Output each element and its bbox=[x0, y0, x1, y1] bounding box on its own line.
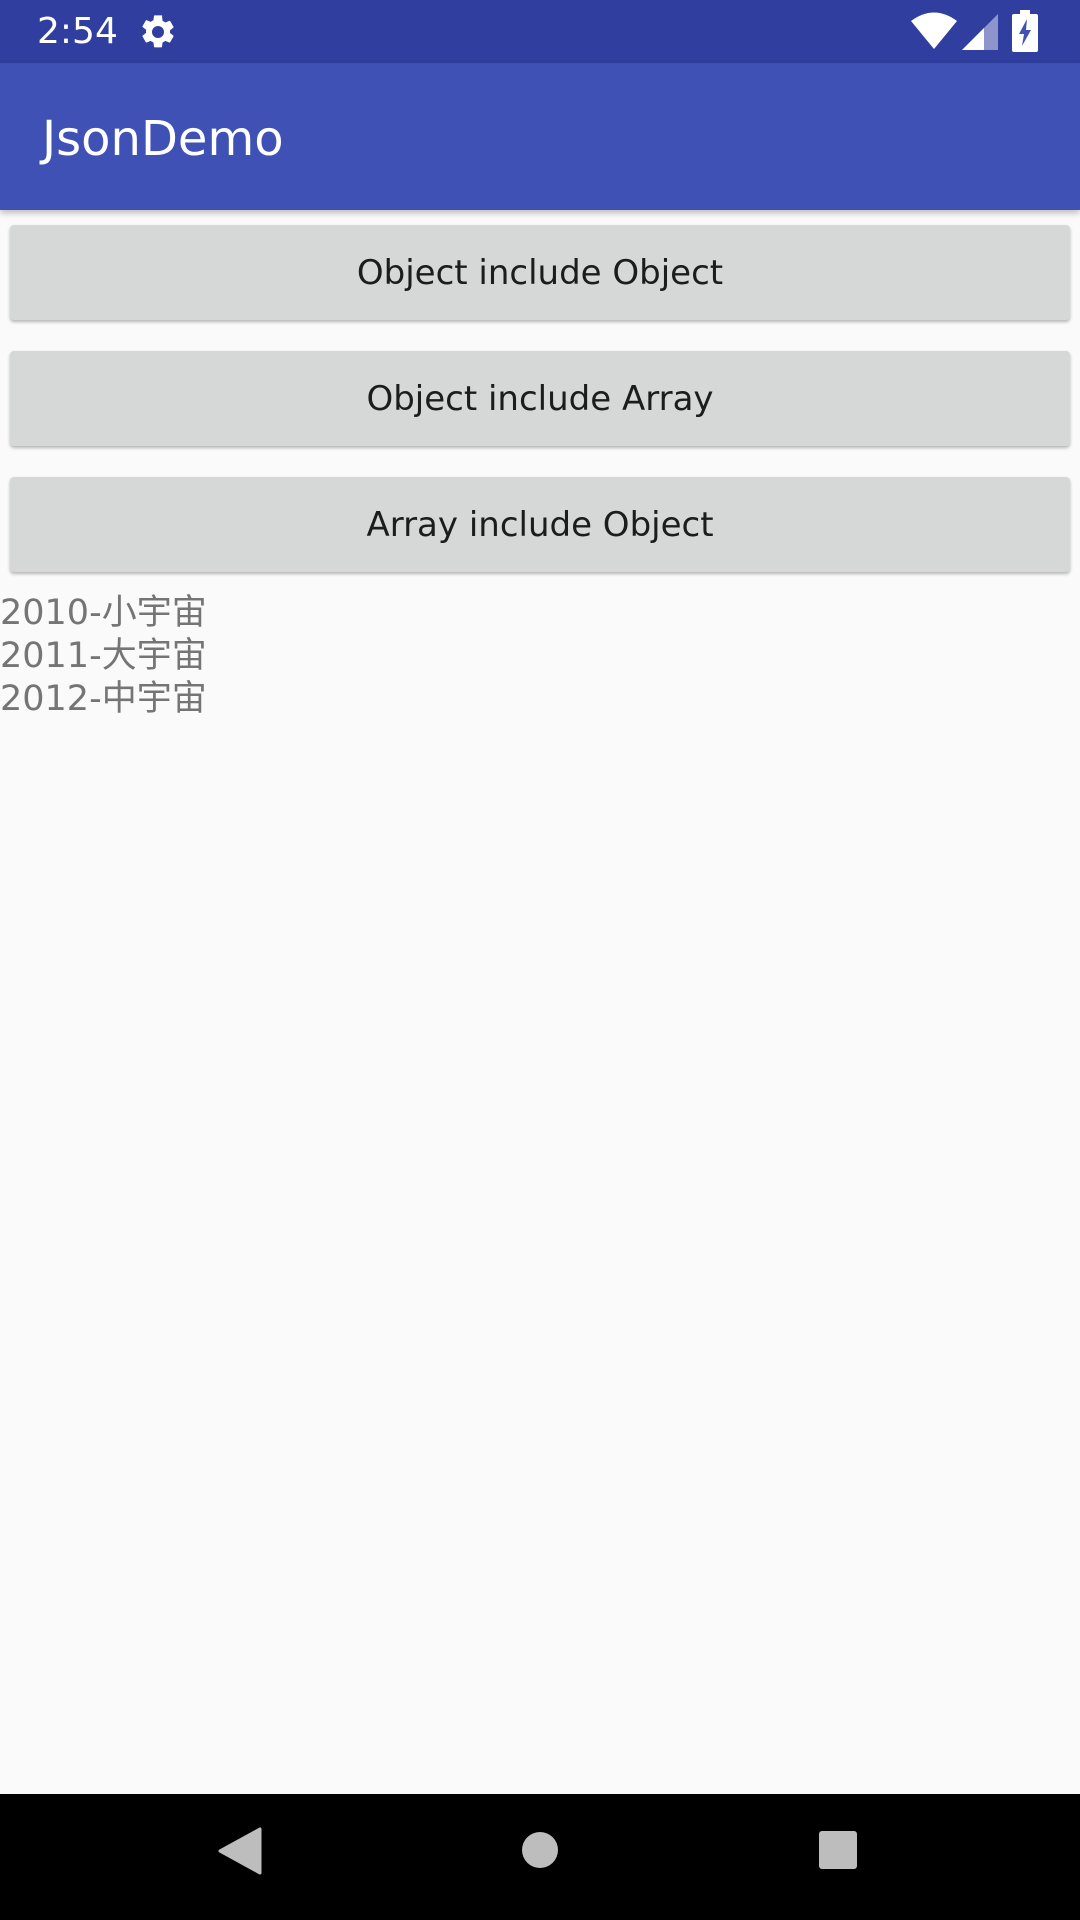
result-line: 2010-小宇宙 bbox=[0, 593, 207, 633]
signal-icon bbox=[962, 14, 998, 50]
array-include-object-button[interactable]: Array include Object bbox=[10, 477, 1070, 572]
result-line: 2011-大宇宙 bbox=[0, 636, 207, 676]
back-icon[interactable] bbox=[218, 1827, 262, 1875]
app-title: JsonDemo bbox=[42, 111, 284, 167]
navigation-bar bbox=[0, 1794, 1080, 1920]
object-include-array-button[interactable]: Object include Array bbox=[10, 351, 1070, 446]
battery-charging-icon bbox=[1012, 10, 1038, 52]
home-icon[interactable] bbox=[521, 1831, 559, 1869]
result-text: 2010-小宇宙 2011-大宇宙 2012-中宇宙 bbox=[0, 592, 207, 721]
status-time: 2:54 bbox=[37, 11, 118, 52]
app-bar: JsonDemo bbox=[0, 63, 1080, 210]
gear-icon bbox=[142, 15, 174, 48]
object-include-object-button[interactable]: Object include Object bbox=[10, 225, 1070, 320]
wifi-icon bbox=[911, 12, 957, 49]
result-line: 2012-中宇宙 bbox=[0, 679, 207, 719]
status-bar: 2:54 bbox=[0, 0, 1080, 63]
screen: 2:54 JsonDemo Object include Object Obje… bbox=[0, 0, 1080, 1920]
recents-icon[interactable] bbox=[818, 1830, 858, 1870]
